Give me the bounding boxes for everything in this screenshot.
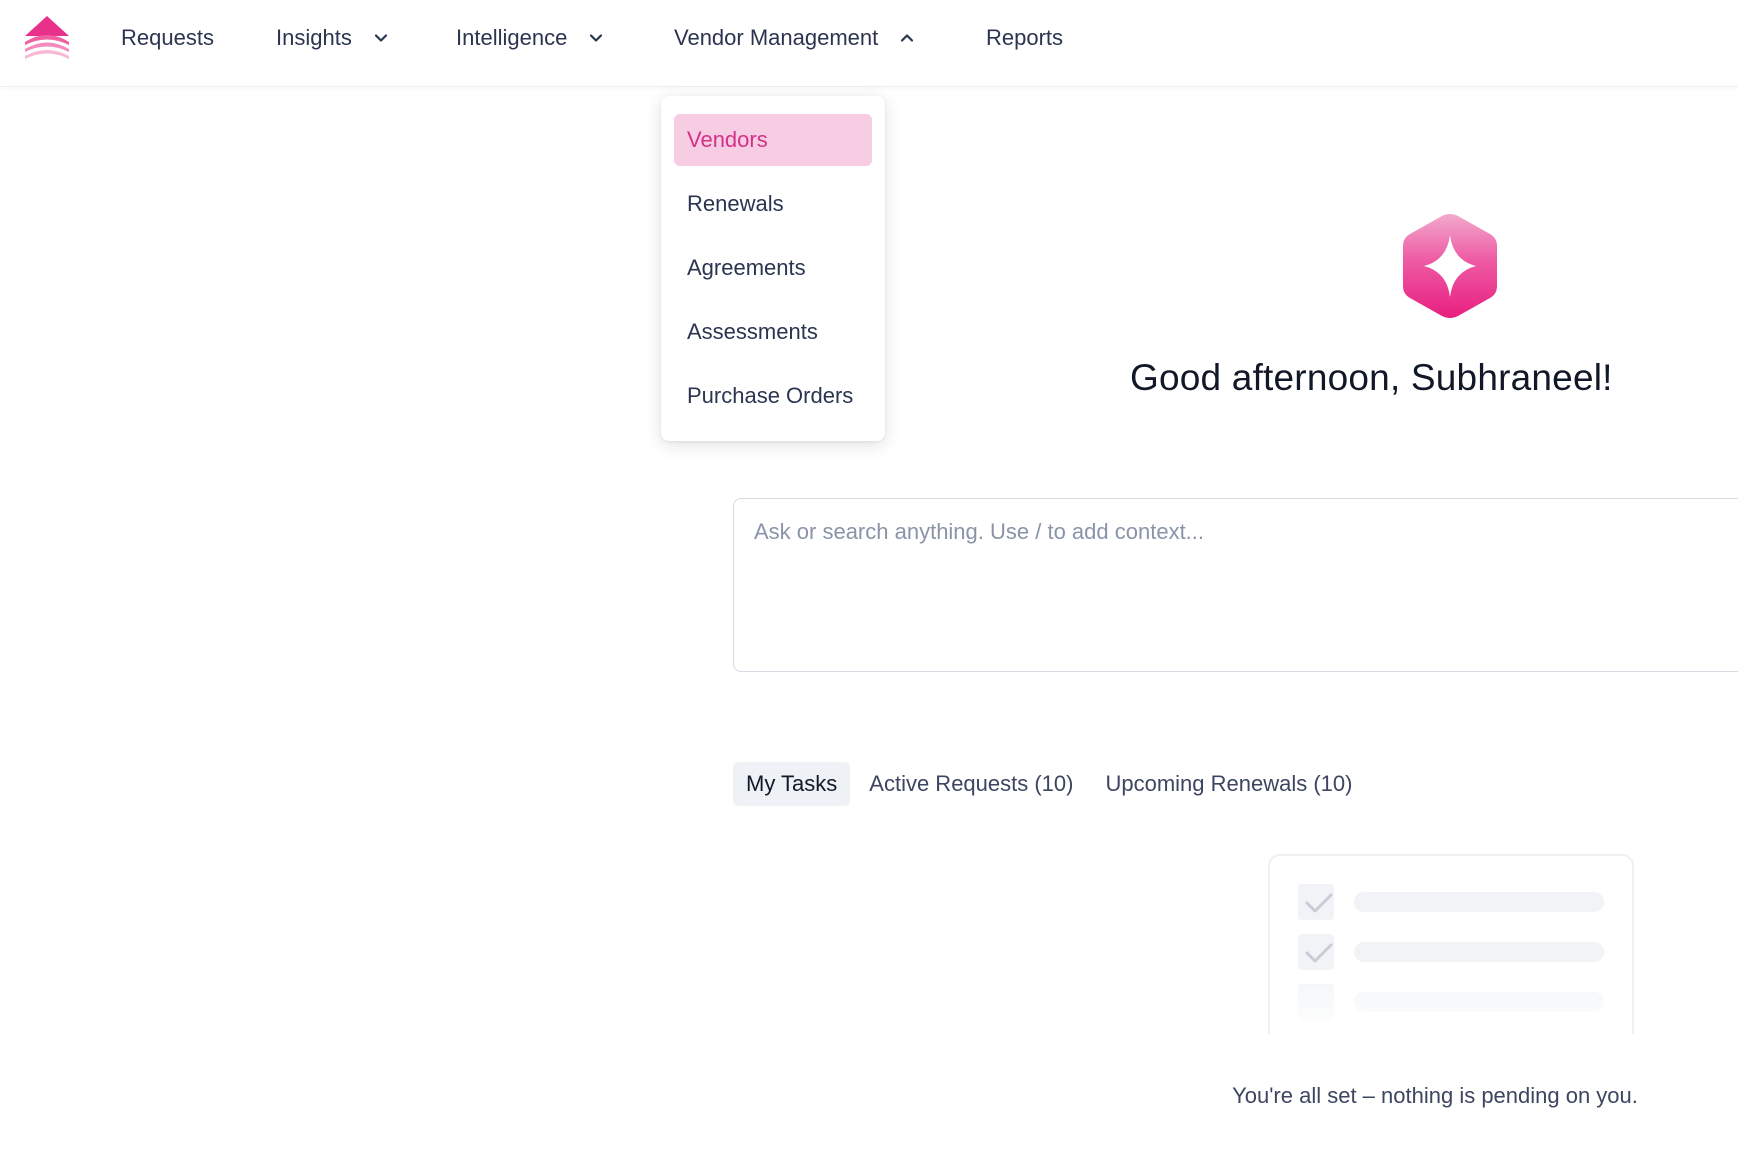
chevron-down-icon bbox=[590, 34, 603, 42]
task-checklist-icon bbox=[1268, 854, 1634, 1034]
checkmark-icon bbox=[1305, 893, 1333, 913]
empty-state-text: You're all set – nothing is pending on y… bbox=[1232, 1083, 1638, 1108]
task-tabs: My Tasks Active Requests (10) Upcoming R… bbox=[733, 762, 1371, 806]
menu-item-purchase-orders[interactable]: Purchase Orders bbox=[674, 370, 872, 422]
chevron-up-icon bbox=[901, 34, 914, 42]
greeting-heading: Good afternoon, Subhraneel! bbox=[1130, 357, 1613, 398]
nav-vendor-management[interactable]: Vendor Management bbox=[674, 20, 914, 56]
menu-item-assessments[interactable]: Assessments bbox=[674, 306, 872, 358]
checklist-row bbox=[1298, 884, 1608, 920]
nav-intelligence[interactable]: Intelligence bbox=[456, 20, 603, 56]
tab-my-tasks[interactable]: My Tasks bbox=[733, 762, 851, 806]
nav-intelligence-label: Intelligence bbox=[456, 25, 568, 50]
nav-requests-label: Requests bbox=[121, 25, 214, 50]
vendor-management-menu: Vendors Renewals Agreements Assessments … bbox=[661, 96, 885, 441]
nav-insights[interactable]: Insights bbox=[276, 20, 388, 56]
checkmark-icon bbox=[1305, 943, 1333, 963]
top-nav: Requests Insights Intelligence Vendor Ma… bbox=[0, 0, 1738, 87]
nav-requests[interactable]: Requests bbox=[121, 20, 214, 56]
nav-reports[interactable]: Reports bbox=[986, 20, 1063, 56]
menu-item-vendors[interactable]: Vendors bbox=[674, 114, 872, 166]
ask-search-input[interactable] bbox=[734, 499, 1738, 671]
ask-search-box[interactable] bbox=[733, 498, 1738, 672]
empty-state-message: You're all set – nothing is pending on y… bbox=[1100, 1083, 1738, 1109]
menu-item-renewals[interactable]: Renewals bbox=[674, 178, 872, 230]
stacked-chevron-logo-icon[interactable] bbox=[22, 14, 72, 62]
tab-upcoming-renewals[interactable]: Upcoming Renewals (10) bbox=[1092, 762, 1365, 806]
nav-insights-label: Insights bbox=[276, 25, 352, 50]
tab-active-requests[interactable]: Active Requests (10) bbox=[856, 762, 1086, 806]
chevron-down-icon bbox=[374, 34, 387, 42]
nav-vendor-management-label: Vendor Management bbox=[674, 25, 879, 50]
menu-item-agreements[interactable]: Agreements bbox=[674, 242, 872, 294]
nav-reports-label: Reports bbox=[986, 25, 1064, 50]
sparkle-hexagon-icon bbox=[1403, 214, 1497, 318]
